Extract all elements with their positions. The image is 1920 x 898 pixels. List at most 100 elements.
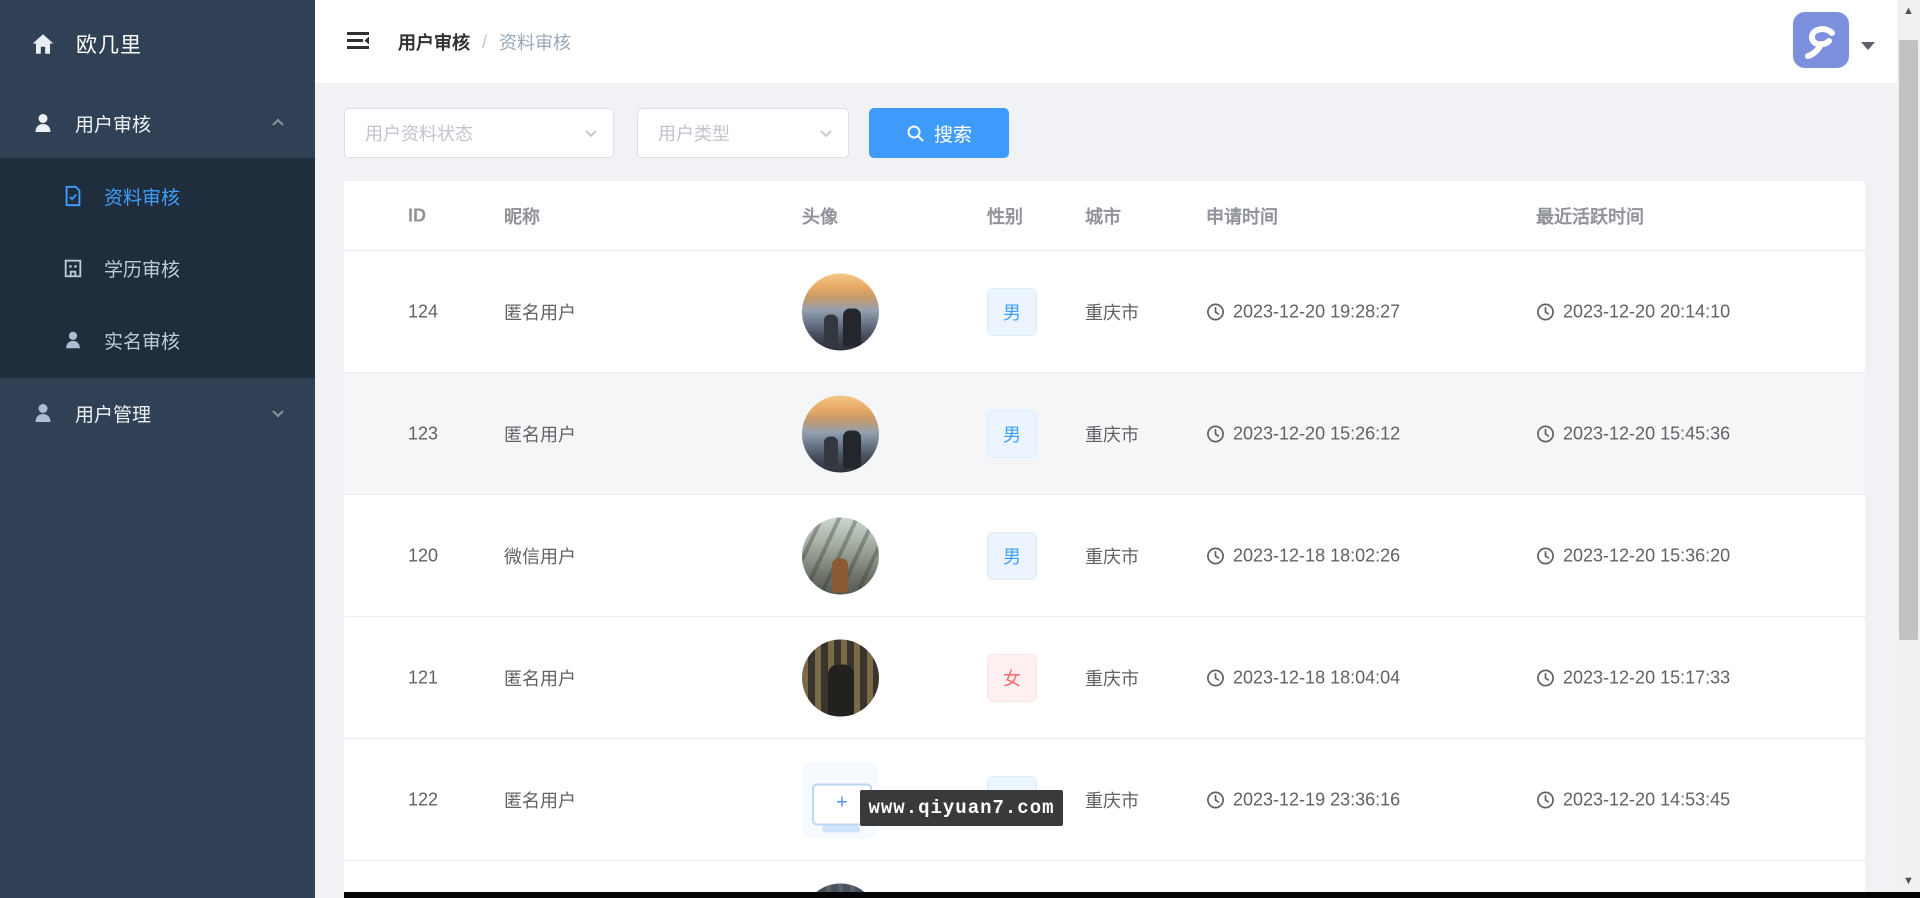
sidebar-item-user-audit[interactable]: 用户审核 <box>0 88 315 158</box>
sidebar-item-label: 实名审核 <box>104 327 180 354</box>
column-header-avatar: 头像 <box>802 203 838 229</box>
user-audit-icon <box>31 111 55 135</box>
cell-active-time: 2023-12-20 15:36:20 <box>1536 545 1730 566</box>
column-header-apply-time: 申请时间 <box>1206 203 1278 229</box>
avatar-cell <box>802 517 879 594</box>
cell-apply-time: 2023-12-20 19:28:27 <box>1206 301 1400 322</box>
user-avatar-image[interactable] <box>802 273 879 350</box>
brand-label: 欧几里 <box>76 29 142 59</box>
cell-active-time: 2023-12-20 20:14:10 <box>1536 301 1730 322</box>
watermark-label: www.qiyuan7.com <box>860 790 1063 826</box>
app-logo-avatar-icon <box>1799 18 1843 62</box>
column-header-city: 城市 <box>1085 203 1121 229</box>
timestamp-text: 2023-12-20 15:26:12 <box>1233 423 1400 444</box>
cell-gender: 女 <box>987 654 1037 702</box>
sidebar-fold-icon[interactable] <box>344 26 372 54</box>
clock-icon <box>1536 668 1555 687</box>
cell-apply-time: 2023-12-18 18:02:26 <box>1206 545 1400 566</box>
vertical-scrollbar[interactable]: ▲ ▼ <box>1897 0 1920 898</box>
scroll-down-icon[interactable]: ▼ <box>1897 870 1920 892</box>
table-row: 121 匿名用户 女 重庆市 2023-12-18 18:04:04 2023-12-20… <box>344 617 1865 739</box>
sidebar-item-user-manage[interactable]: 用户管理 <box>0 378 315 448</box>
clock-icon <box>1206 424 1225 443</box>
sidebar-item-profile-audit[interactable]: 资料审核 <box>0 160 315 232</box>
clock-icon <box>1206 302 1225 321</box>
scroll-up-icon[interactable]: ▲ <box>1897 0 1920 22</box>
breadcrumb-item-user-audit[interactable]: 用户审核 <box>398 29 470 55</box>
timestamp-text: 2023-12-20 19:28:27 <box>1233 301 1400 322</box>
table-row: 124匿名用户男重庆市2023-12-20 19:28:272023-12-20… <box>344 251 1865 373</box>
cell-nickname: 匿名用户 <box>504 665 576 691</box>
sidebar-item-label: 资料审核 <box>104 183 180 210</box>
table-header-row: ID 昵称 头像 性别 城市 申请时间 最近活跃时间 <box>344 181 1865 251</box>
chevron-up-icon <box>271 116 285 130</box>
cell-city: 重庆市 <box>1085 665 1139 691</box>
timestamp-text: 2023-12-20 20:14:10 <box>1563 301 1730 322</box>
gender-badge: 女 <box>987 654 1037 702</box>
breadcrumb-separator: / <box>482 32 487 53</box>
select-placeholder: 用户资料状态 <box>365 120 473 146</box>
cell-city: 重庆市 <box>1085 421 1139 447</box>
clock-icon <box>1536 546 1555 565</box>
cell-id: 120 <box>408 545 438 566</box>
cell-nickname: 匿名用户 <box>504 421 576 447</box>
chevron-down-icon <box>583 125 599 141</box>
cell-city: 重庆市 <box>1085 787 1139 813</box>
brand[interactable]: 欧几里 <box>0 0 315 88</box>
avatar-cell <box>802 273 879 350</box>
timestamp-text: 2023-12-20 15:45:36 <box>1563 423 1730 444</box>
cell-active-time: 2023-12-20 15:17:33 <box>1536 667 1730 688</box>
cell-apply-time: 2023-12-19 23:36:16 <box>1206 789 1400 810</box>
table-body: 124匿名用户男重庆市2023-12-20 19:28:272023-12-20… <box>344 251 1865 898</box>
cell-nickname: 匿名用户 <box>504 787 576 813</box>
profile-status-select[interactable]: 用户资料状态 <box>344 108 614 158</box>
timestamp-text: 2023-12-20 15:36:20 <box>1563 545 1730 566</box>
column-header-nickname: 昵称 <box>504 203 540 229</box>
cell-id: 121 <box>408 667 438 688</box>
caret-down-icon[interactable] <box>1861 42 1875 50</box>
clock-icon <box>1206 790 1225 809</box>
cell-id: 123 <box>408 423 438 444</box>
timestamp-text: 2023-12-20 14:53:45 <box>1563 789 1730 810</box>
topbar: 用户审核 / 资料审核 <box>315 0 1897 84</box>
sidebar-item-label: 学历审核 <box>104 255 180 282</box>
school-icon <box>62 257 84 279</box>
cell-gender: 男 <box>987 532 1037 580</box>
column-header-gender: 性别 <box>987 203 1023 229</box>
gender-badge: 男 <box>987 410 1037 458</box>
timestamp-text: 2023-12-19 23:36:16 <box>1233 789 1400 810</box>
cell-id: 124 <box>408 301 438 322</box>
sidebar-item-realname-audit[interactable]: 实名审核 <box>0 304 315 376</box>
sidebar-item-education-audit[interactable]: 学历审核 <box>0 232 315 304</box>
cell-active-time: 2023-12-20 15:45:36 <box>1536 423 1730 444</box>
user-avatar-image[interactable] <box>802 517 879 594</box>
sidebar: 欧几里 用户审核 资料审核 学历审核 实名审核 <box>0 0 315 898</box>
search-button-label: 搜索 <box>934 120 972 147</box>
table-row: 120微信用户男重庆市2023-12-18 18:02:262023-12-20… <box>344 495 1865 617</box>
breadcrumb: 用户审核 / 资料审核 <box>398 0 571 84</box>
user-type-select[interactable]: 用户类型 <box>637 108 849 158</box>
clock-icon <box>1536 302 1555 321</box>
submenu-user-audit: 资料审核 学历审核 实名审核 <box>0 158 315 378</box>
clock-icon <box>1206 546 1225 565</box>
cell-nickname: 匿名用户 <box>504 299 576 325</box>
search-icon <box>906 124 925 143</box>
user-avatar-image[interactable] <box>802 395 879 472</box>
cell-apply-time: 2023-12-20 15:26:12 <box>1206 423 1400 444</box>
search-button[interactable]: 搜索 <box>869 108 1009 158</box>
avatar-cell <box>802 395 879 472</box>
select-placeholder: 用户类型 <box>658 120 730 146</box>
cell-gender: 男 <box>987 410 1037 458</box>
timestamp-text: 2023-12-18 18:02:26 <box>1233 545 1400 566</box>
timestamp-text: 2023-12-20 15:17:33 <box>1563 667 1730 688</box>
cell-apply-time: 2023-12-18 18:04:04 <box>1206 667 1400 688</box>
sidebar-item-label: 用户管理 <box>75 400 151 427</box>
user-avatar-image[interactable] <box>802 639 879 716</box>
scrollbar-thumb[interactable] <box>1899 40 1918 640</box>
cell-id: 122 <box>408 789 438 810</box>
chevron-down-icon <box>818 125 834 141</box>
user-menu-avatar[interactable] <box>1793 12 1849 68</box>
breadcrumb-item-profile-audit: 资料审核 <box>499 29 571 55</box>
column-header-id: ID <box>408 205 426 226</box>
home-icon <box>30 31 56 57</box>
